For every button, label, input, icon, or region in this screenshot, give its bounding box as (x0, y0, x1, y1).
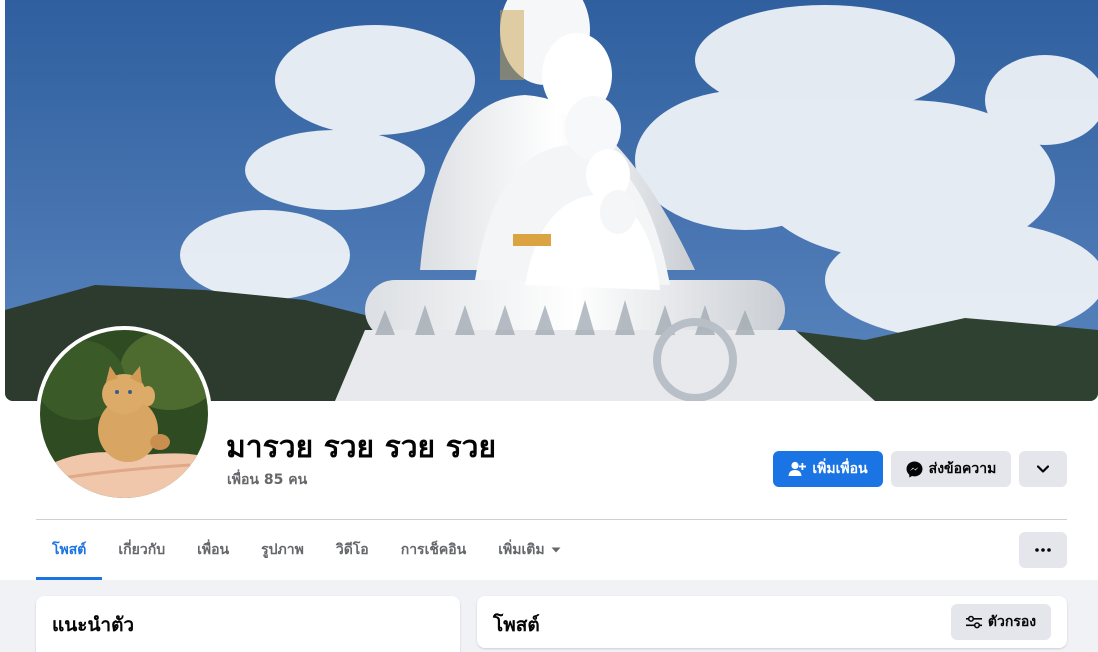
tab-friends[interactable]: เพื่อน (181, 520, 245, 580)
add-friend-label: เพิ่มเพื่อน (812, 461, 868, 477)
message-label: ส่งข้อความ (928, 461, 997, 477)
tab-photos[interactable]: รูปภาพ (245, 520, 320, 580)
tab-check-ins[interactable]: การเช็คอิน (385, 520, 483, 580)
tab-label: เกี่ยวกับ (118, 542, 166, 558)
intro-card: แนะนำตัว (36, 596, 460, 652)
tab-label: เพิ่มเติม (498, 542, 545, 558)
posts-title: โพสต์ (493, 614, 540, 636)
filter-button[interactable]: ตัวกรอง (951, 604, 1051, 640)
filter-label: ตัวกรอง (987, 614, 1037, 630)
profile-name: มารวย รวย รวย รวย (226, 430, 497, 465)
avatar-image (40, 330, 208, 498)
ellipsis-icon (1035, 548, 1051, 552)
tab-posts[interactable]: โพสต์ (36, 520, 103, 580)
chevron-down-icon (1037, 465, 1049, 473)
tab-videos[interactable]: วิดีโอ (320, 520, 385, 580)
sliders-icon (965, 615, 982, 629)
posts-card: โพสต์ ตัวกรอง (477, 596, 1067, 648)
tab-label: วิดีโอ (335, 542, 369, 558)
friend-count[interactable]: เพื่อน 85 คน (227, 469, 307, 491)
caret-down-icon (551, 547, 561, 553)
person-plus-icon (788, 461, 807, 476)
profile-options-dropdown-button[interactable] (1019, 451, 1067, 487)
message-button[interactable]: ส่งข้อความ (891, 451, 1011, 487)
tab-label: โพสต์ (52, 542, 87, 558)
add-friend-button[interactable]: เพิ่มเพื่อน (773, 451, 883, 487)
profile-header: มารวย รวย รวย รวย เพื่อน 85 คน เพิ่มเพื่… (0, 0, 1098, 580)
intro-title: แนะนำตัว (52, 614, 135, 636)
tab-label: รูปภาพ (261, 542, 304, 558)
avatar-cat-figurine (40, 330, 208, 498)
messenger-icon (906, 461, 923, 477)
profile-avatar[interactable] (36, 326, 212, 502)
tab-about[interactable]: เกี่ยวกับ (102, 520, 181, 580)
tab-more[interactable]: เพิ่มเติม (482, 520, 576, 580)
profile-tabs: โพสต์ เกี่ยวกับ เพื่อน รูปภาพ วิดีโอ การ… (36, 520, 577, 580)
tabs-more-options-button[interactable] (1019, 532, 1067, 568)
tab-label: เพื่อน (197, 542, 230, 558)
tab-label: การเช็คอิน (400, 542, 467, 558)
